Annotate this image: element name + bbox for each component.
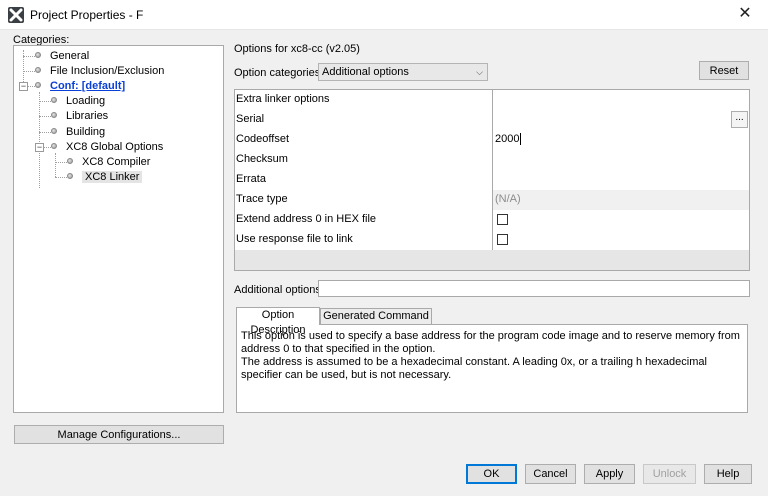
serial-input[interactable]: ... — [493, 110, 749, 130]
close-icon: ✕ — [738, 5, 752, 22]
description-line: This option is used to specify a base ad… — [241, 330, 740, 355]
option-categories-value: Additional options — [322, 66, 409, 78]
additional-options-input[interactable] — [318, 280, 750, 297]
option-name: Codeoffset — [235, 130, 493, 150]
option-row-extend-address: Extend address 0 in HEX file — [235, 210, 749, 230]
tree-item-file-inclusion[interactable]: File Inclusion/Exclusion — [35, 64, 164, 79]
reset-button[interactable]: Reset — [699, 61, 749, 80]
collapse-icon: − — [36, 142, 43, 152]
option-name: Use response file to link — [235, 230, 493, 250]
tree-item-label: Loading — [66, 95, 106, 107]
option-name: Checksum — [235, 150, 493, 170]
option-row-serial: Serial ... — [235, 110, 749, 130]
manage-configurations-button[interactable]: Manage Configurations... — [14, 425, 224, 444]
option-row-codeoffset: Codeoffset 2000 — [235, 130, 749, 150]
trace-type-value: (N/A) — [493, 190, 749, 210]
tree-line — [39, 92, 40, 188]
node-icon — [51, 112, 57, 119]
tree-item-label: Building — [66, 126, 106, 138]
conf-expander[interactable]: − — [19, 82, 28, 91]
additional-options-label: Additional options: — [234, 284, 324, 296]
response-file-checkbox[interactable] — [497, 234, 508, 245]
tree-item-conf-default[interactable]: Conf: [default] — [35, 79, 125, 94]
node-icon — [51, 143, 57, 150]
help-button[interactable]: Help — [704, 464, 752, 484]
chevron-down-icon: ⌵ — [476, 67, 483, 77]
node-icon — [67, 158, 73, 165]
tab-generated-command-line[interactable]: Generated Command Line — [320, 308, 432, 337]
tree-item-xc8-compiler[interactable]: XC8 Compiler — [67, 155, 150, 170]
errata-input[interactable] — [493, 170, 749, 190]
tree-item-label: File Inclusion/Exclusion — [50, 65, 165, 77]
option-name: Trace type — [235, 190, 493, 210]
tree-item-label: XC8 Compiler — [82, 156, 151, 168]
node-icon — [35, 82, 41, 89]
node-icon — [35, 52, 41, 59]
option-name: Extend address 0 in HEX file — [235, 210, 493, 230]
collapse-icon: − — [20, 81, 27, 91]
extend-address-cell — [493, 210, 749, 230]
tree-item-label[interactable]: Conf: [default] — [50, 80, 125, 92]
node-icon — [51, 97, 57, 104]
tree-item-label: XC8 Global Options — [66, 141, 164, 153]
text-caret — [520, 133, 522, 146]
options-grid: Extra linker options Serial ... Codeoffs… — [234, 89, 750, 271]
tree-item-libraries[interactable]: Libraries — [51, 109, 108, 124]
option-name: Errata — [235, 170, 493, 190]
title-bar: Project Properties - F ✕ — [0, 0, 768, 30]
close-button[interactable]: ✕ — [722, 0, 768, 30]
codeoffset-input[interactable]: 2000 — [493, 130, 749, 150]
description-line: The address is assumed to be a hexadecim… — [241, 356, 707, 381]
tab-option-description[interactable]: Option Description — [236, 307, 320, 336]
node-icon — [51, 128, 57, 135]
checksum-input[interactable] — [493, 150, 749, 170]
tree-item-xc8-linker[interactable]: XC8 Linker — [67, 170, 143, 185]
window-title: Project Properties - F — [30, 8, 144, 22]
option-categories-select[interactable]: Additional options ⌵ — [318, 63, 488, 81]
option-row-extra-linker: Extra linker options — [235, 90, 749, 110]
option-row-checksum: Checksum — [235, 150, 749, 170]
tree-item-label: General — [50, 50, 90, 62]
option-categories-label: Option categories: — [234, 67, 324, 79]
codeoffset-value: 2000 — [495, 133, 520, 145]
tree-item-loading[interactable]: Loading — [51, 94, 105, 109]
option-row-errata: Errata — [235, 170, 749, 190]
tree-item-building[interactable]: Building — [51, 125, 105, 140]
tree-item-xc8-global-options[interactable]: XC8 Global Options — [51, 140, 163, 155]
option-name: Extra linker options — [235, 90, 493, 110]
tree-item-label: XC8 Linker — [82, 171, 143, 183]
xc8-global-expander[interactable]: − — [35, 143, 44, 152]
apply-button[interactable]: Apply — [584, 464, 635, 484]
categories-tree: − − General File Inclusion/Exclusion Con… — [13, 45, 224, 413]
unlock-button[interactable]: Unlock — [643, 464, 696, 484]
tree-item-general[interactable]: General — [35, 49, 89, 64]
tree-line — [55, 153, 56, 177]
option-row-response-file: Use response file to link — [235, 230, 749, 250]
response-file-cell — [493, 230, 749, 250]
options-heading: Options for xc8-cc (v2.05) — [234, 43, 360, 55]
extra-linker-options-input[interactable] — [493, 90, 749, 110]
cancel-button[interactable]: Cancel — [525, 464, 576, 484]
x-logo-icon — [8, 7, 24, 23]
extend-address-checkbox[interactable] — [497, 214, 508, 225]
option-description-text: This option is used to specify a base ad… — [236, 324, 748, 413]
ok-button[interactable]: OK — [466, 464, 517, 484]
node-icon — [35, 67, 41, 74]
option-name: Serial — [235, 110, 493, 130]
tree-item-label: Libraries — [66, 110, 109, 122]
serial-browse-button[interactable]: ... — [731, 111, 748, 128]
node-icon — [67, 173, 73, 180]
option-row-trace-type: Trace type (N/A) — [235, 190, 749, 210]
